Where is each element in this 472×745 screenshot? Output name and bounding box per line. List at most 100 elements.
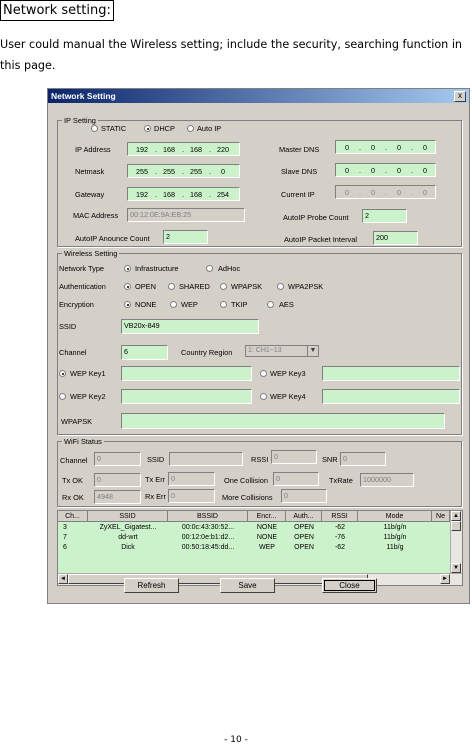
status-rssi-label: RSSI	[251, 455, 269, 464]
table-row[interactable]: 3 ZyXEL_Gigatest... 00:0c:43:30:52... NO…	[58, 523, 450, 532]
enc-tkip-label: TKIP	[231, 300, 248, 309]
section-heading: Network setting:	[0, 0, 114, 21]
authentication-label: Authentication	[59, 282, 106, 291]
refresh-button[interactable]: Refresh	[124, 578, 179, 593]
current-ip-field: 0. 0. 0. 0	[335, 185, 436, 199]
enc-wep-radio[interactable]	[170, 301, 177, 308]
table-row[interactable]: 7 dd-wrt 00:12:0e:b1:d2... NONE OPEN -76…	[58, 533, 450, 542]
column-header[interactable]: Ch...	[58, 511, 88, 522]
page-number: - 10 -	[224, 735, 248, 745]
more-collisions-label: More Collisions	[222, 493, 273, 502]
scan-results-table[interactable]: Ch... SSID BSSID Encr... Auth... RSSI Mo…	[57, 510, 463, 586]
wep-key4-radio[interactable]	[260, 393, 267, 400]
vertical-scrollbar[interactable]: ▲ ▼	[450, 511, 462, 573]
wep-key3-field[interactable]	[322, 366, 460, 381]
scroll-left-icon[interactable]: ◄	[58, 574, 68, 584]
enc-tkip-radio[interactable]	[220, 301, 227, 308]
country-region-select[interactable]: 1: CH1~13 ▼	[245, 345, 319, 357]
scroll-down-icon[interactable]: ▼	[451, 563, 461, 573]
rx-ok-field: 4948	[94, 490, 141, 504]
dhcp-radio[interactable]	[144, 125, 151, 132]
column-header[interactable]: Auth...	[286, 511, 322, 522]
autoip-announce-label: AutoIP Anounce Count	[75, 234, 150, 243]
title-bar: Network Setting x	[48, 89, 469, 103]
tx-ok-label: Tx OK	[62, 476, 83, 485]
ssid-label: SSID	[59, 322, 77, 331]
enc-aes-radio[interactable]	[267, 301, 274, 308]
autoip-radio[interactable]	[187, 125, 194, 132]
adhoc-radio[interactable]	[206, 265, 213, 272]
slave-dns-label: Slave DNS	[281, 167, 318, 176]
gateway-label: Gateway	[75, 190, 105, 199]
table-row[interactable]: 6 Dick 00:50:18:45:dd... WEP OPEN -62 11…	[58, 543, 450, 552]
auth-shared-radio[interactable]	[168, 283, 175, 290]
autoip-probe-label: AutoIP Probe Count	[283, 213, 349, 222]
auth-open-label: OPEN	[135, 282, 156, 291]
status-channel-field: 0	[94, 452, 141, 466]
column-header[interactable]: Ne	[432, 511, 450, 522]
static-radio[interactable]	[91, 125, 98, 132]
infrastructure-radio[interactable]	[124, 265, 131, 272]
enc-none-label: NONE	[135, 300, 157, 309]
master-dns-field[interactable]: 0. 0. 0. 0	[335, 140, 436, 154]
auth-open-radio[interactable]	[124, 283, 131, 290]
auth-wpa2psk-radio[interactable]	[277, 283, 284, 290]
close-icon[interactable]: x	[454, 91, 466, 102]
auth-shared-label: SHARED	[179, 282, 210, 291]
rx-ok-label: Rx OK	[62, 493, 84, 502]
auth-wpapsk-radio[interactable]	[220, 283, 227, 290]
wireless-setting-group: Wireless Setting	[57, 249, 462, 435]
autoip-probe-field[interactable]: 2	[362, 209, 407, 223]
enc-wep-label: WEP	[181, 300, 198, 309]
one-collision-field: 0	[273, 472, 319, 486]
channel-label: Channel	[59, 348, 87, 357]
txrate-field: 1000000	[360, 473, 414, 487]
column-header[interactable]: BSSID	[168, 511, 248, 522]
tx-err-field: 0	[168, 472, 215, 486]
autoip-announce-field[interactable]: 2	[163, 230, 208, 244]
close-button[interactable]: Close	[322, 578, 377, 593]
wep-key2-field[interactable]	[121, 389, 252, 404]
ip-setting-label: IP Setting	[62, 116, 98, 125]
column-header[interactable]: Mode	[358, 511, 432, 522]
ssid-field[interactable]: VB20x-849	[121, 319, 259, 334]
description-text: User could manual the Wireless setting; …	[0, 38, 463, 72]
table-header: Ch... SSID BSSID Encr... Auth... RSSI Mo…	[58, 511, 450, 522]
wep-key1-radio[interactable]	[59, 370, 66, 377]
column-header[interactable]: SSID	[88, 511, 168, 522]
dialog-title: Network Setting	[51, 91, 116, 101]
rx-err-label: Rx Err	[145, 492, 166, 501]
scroll-up-icon[interactable]: ▲	[451, 511, 461, 521]
infrastructure-label: Infrastructure	[135, 264, 179, 273]
static-label: STATIC	[101, 124, 127, 133]
status-rssi-field: 0	[271, 450, 317, 464]
ip-address-field[interactable]: 192. 168. 168. 220	[127, 142, 240, 156]
wep-key2-label: WEP Key2	[70, 392, 106, 401]
auth-wpa2psk-label: WPA2PSK	[288, 282, 324, 291]
netmask-field[interactable]: 255. 255. 255. 0	[127, 164, 240, 178]
status-snr-label: SNR	[322, 455, 338, 464]
channel-field[interactable]: 6	[121, 345, 168, 360]
wep-key1-field[interactable]	[121, 366, 252, 381]
wep-key3-radio[interactable]	[260, 370, 267, 377]
slave-dns-field[interactable]: 0. 0. 0. 0	[335, 163, 436, 177]
wep-key3-label: WEP Key3	[270, 369, 306, 378]
status-channel-label: Channel	[60, 456, 88, 465]
scroll-thumb[interactable]	[451, 521, 461, 531]
column-header[interactable]: RSSI	[322, 511, 358, 522]
wep-key4-field[interactable]	[322, 389, 460, 404]
wep-key2-radio[interactable]	[59, 393, 66, 400]
netmask-label: Netmask	[75, 167, 105, 176]
enc-none-radio[interactable]	[124, 301, 131, 308]
encryption-label: Encryption	[59, 300, 94, 309]
gateway-field[interactable]: 192. 168. 168. 254	[127, 187, 240, 201]
more-collisions-field: 0	[281, 489, 327, 503]
master-dns-label: Master DNS	[279, 145, 320, 154]
save-button[interactable]: Save	[220, 578, 275, 593]
scroll-right-icon[interactable]: ►	[440, 574, 450, 584]
auth-wpapsk-label: WPAPSK	[231, 282, 263, 291]
autoip-packet-field[interactable]: 200	[373, 231, 418, 245]
wpapsk-field[interactable]	[121, 413, 445, 429]
network-setting-dialog: Network Setting x IP Setting STATIC DHCP…	[47, 88, 470, 604]
column-header[interactable]: Encr...	[248, 511, 286, 522]
